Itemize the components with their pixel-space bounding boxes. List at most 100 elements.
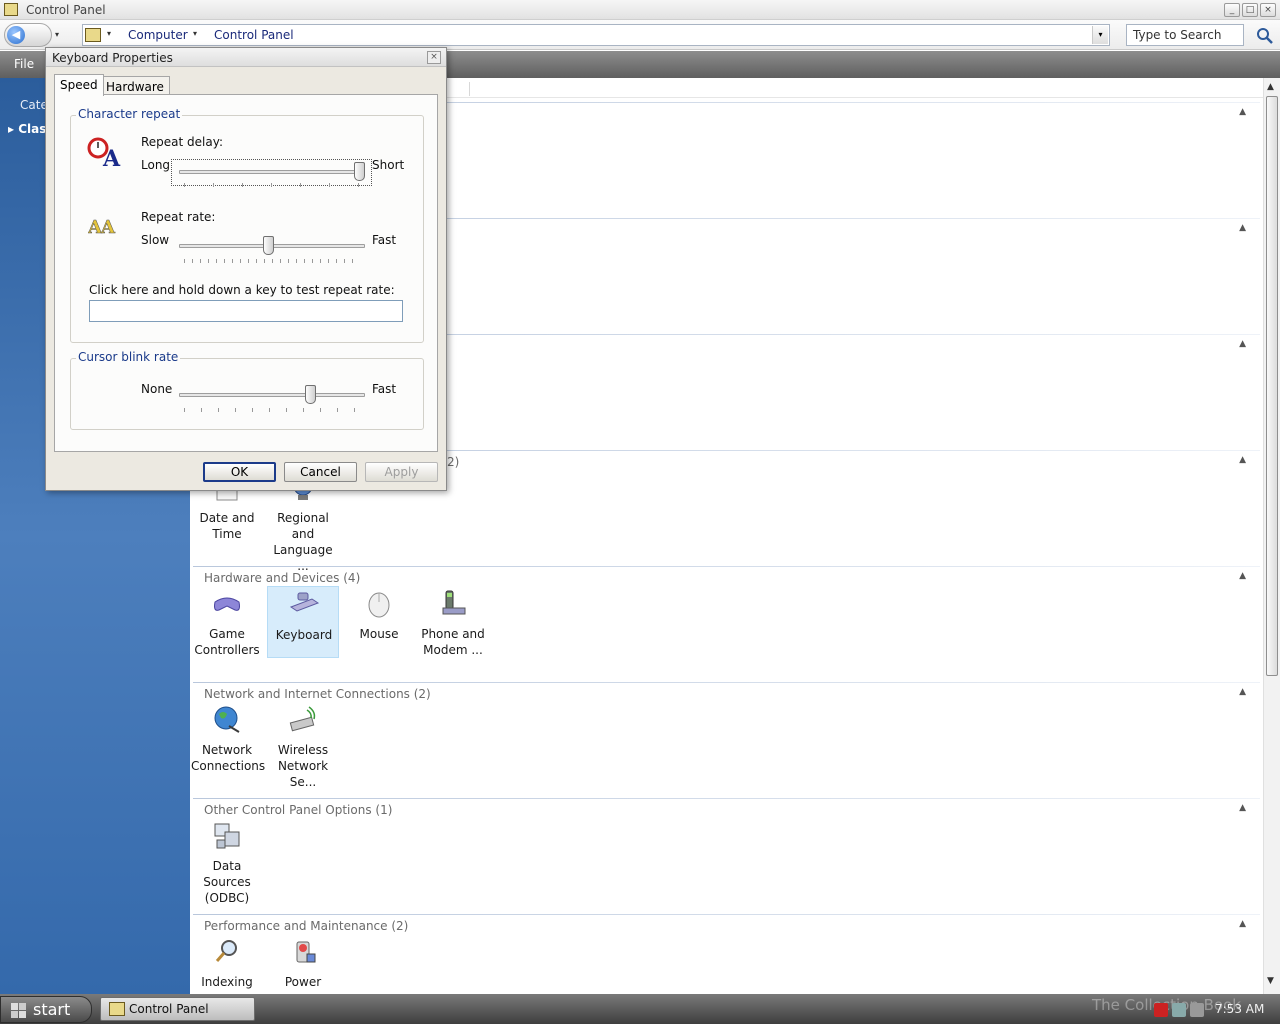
apply-button[interactable]: Apply: [365, 462, 438, 482]
slider-track: [179, 170, 365, 174]
collapse-icon[interactable]: ▲: [1239, 687, 1246, 697]
collapse-icon[interactable]: ▲: [1239, 919, 1246, 929]
minimize-button[interactable]: _: [1224, 3, 1240, 17]
breadcrumb-control-panel[interactable]: Control Panel: [214, 28, 294, 42]
network-globe-icon: [214, 706, 240, 733]
svg-text:A: A: [100, 217, 116, 237]
slider-thumb[interactable]: [354, 162, 365, 181]
category-group-other: Other Control Panel Options (1) ▲ Data S…: [193, 798, 1260, 910]
item-label: Mouse: [359, 627, 399, 641]
menu-file[interactable]: File: [14, 57, 34, 71]
volume-tray-icon[interactable]: [1190, 1003, 1204, 1017]
group-divider: [193, 682, 1260, 683]
collapse-icon[interactable]: ▲: [1239, 803, 1246, 813]
group-title: Network and Internet Connections (2): [204, 687, 431, 701]
window-titlebar: Control Panel _ □ ×: [0, 0, 1280, 20]
item-label: Network Connections: [191, 743, 266, 773]
item-keyboard[interactable]: Keyboard: [267, 586, 339, 658]
ok-button[interactable]: OK: [203, 462, 276, 482]
item-data-sources-odbc[interactable]: Data Sources (ODBC): [191, 818, 263, 905]
scroll-up-icon[interactable]: ▲: [1267, 82, 1274, 92]
slider-ticks: [184, 183, 360, 187]
chevron-down-icon[interactable]: ▾: [193, 29, 197, 38]
collapse-icon[interactable]: ▲: [1239, 107, 1246, 117]
keyboard-icon: [289, 592, 320, 612]
scroll-down-icon[interactable]: ▼: [1267, 976, 1274, 986]
cursor-blink-legend: Cursor blink rate: [76, 350, 181, 364]
test-repeat-input[interactable]: [89, 300, 403, 322]
repeat-rate-slow-label: Slow: [141, 233, 170, 247]
cancel-button[interactable]: Cancel: [284, 462, 357, 482]
start-button[interactable]: start: [0, 996, 92, 1023]
item-network-connections[interactable]: Network Connections: [191, 702, 266, 774]
item-phone-and-modem[interactable]: Phone and Modem ...: [417, 586, 489, 658]
taskbar: start Control Panel The Collection Book …: [0, 994, 1280, 1024]
magnifier-icon: [215, 940, 237, 962]
item-indexing[interactable]: Indexing: [191, 934, 263, 994]
scrollbar-thumb[interactable]: [1266, 96, 1278, 676]
repeat-rate-icon: A A: [88, 217, 116, 237]
cursor-blink-slider[interactable]: [179, 385, 365, 405]
collapse-icon[interactable]: ▲: [1239, 223, 1246, 233]
address-field[interactable]: ▾ Computer ▾ Control Panel ▾: [82, 24, 1110, 46]
database-icon: [214, 823, 240, 849]
cursor-blink-none-label: None: [141, 382, 173, 396]
repeat-delay-slider[interactable]: [179, 162, 365, 182]
back-arrow-icon: ◀: [7, 26, 25, 44]
breadcrumb-computer[interactable]: Computer: [128, 28, 188, 42]
group-title: 2): [447, 455, 460, 469]
group-divider: [193, 566, 1260, 567]
item-game-controllers[interactable]: Game Controllers: [191, 586, 263, 658]
slider-thumb[interactable]: [263, 236, 274, 255]
back-button[interactable]: ◀: [4, 23, 52, 47]
classic-view-label: Clas: [18, 122, 47, 136]
repeat-delay-label: Repeat delay:: [141, 135, 224, 149]
group-divider: [193, 914, 1260, 915]
search-icon[interactable]: [1256, 27, 1274, 45]
slider-ticks: [184, 408, 360, 412]
speed-tab-panel: Character repeat A Repeat delay: Long Sh…: [54, 94, 438, 452]
dialog-close-button[interactable]: ×: [427, 51, 441, 64]
clock[interactable]: 7:53 AM: [1215, 1002, 1264, 1016]
vertical-scrollbar[interactable]: ▲ ▼: [1263, 78, 1280, 994]
item-mouse[interactable]: Mouse: [343, 586, 415, 658]
taskbar-item-control-panel[interactable]: Control Panel: [100, 997, 255, 1021]
power-icon: [296, 941, 316, 963]
phone-icon: [442, 590, 466, 615]
wireless-icon: [289, 706, 316, 732]
taskbar-item-label: Control Panel: [129, 1002, 209, 1016]
mouse-icon: [368, 592, 390, 618]
item-label: Power: [284, 975, 322, 989]
network-tray-icon[interactable]: [1172, 1003, 1186, 1017]
column-separator[interactable]: [469, 82, 470, 96]
security-shield-icon[interactable]: [1154, 1003, 1168, 1017]
test-repeat-label: Click here and hold down a key to test r…: [89, 283, 395, 297]
collapse-icon[interactable]: ▲: [1239, 571, 1246, 581]
tab-hardware[interactable]: Hardware: [100, 76, 170, 96]
history-dropdown-icon[interactable]: ▾: [55, 30, 59, 39]
category-group-hardware: Hardware and Devices (4) ▲ Game Controll…: [193, 566, 1260, 678]
category-group-network: Network and Internet Connections (2) ▲ N…: [191, 682, 1260, 794]
item-wireless-network[interactable]: Wireless Network Se...: [267, 702, 339, 789]
cursor-blink-fast-label: Fast: [372, 382, 397, 396]
item-label: Phone and Modem ...: [421, 627, 485, 657]
collapse-icon[interactable]: ▲: [1239, 339, 1246, 349]
dialog-title: Keyboard Properties: [52, 51, 173, 65]
collapse-icon[interactable]: ▲: [1239, 455, 1246, 465]
item-label: Game Controllers: [194, 627, 260, 657]
repeat-delay-long-label: Long: [141, 158, 171, 172]
item-power[interactable]: Power: [267, 934, 339, 994]
search-input[interactable]: Type to Search: [1126, 24, 1244, 46]
close-button[interactable]: ×: [1260, 3, 1276, 17]
tab-speed[interactable]: Speed: [54, 74, 104, 96]
slider-thumb[interactable]: [305, 385, 316, 404]
repeat-rate-slider[interactable]: [179, 236, 365, 256]
category-view-link[interactable]: Cate: [20, 98, 48, 112]
address-dropdown-button[interactable]: ▾: [1092, 26, 1108, 44]
start-label: start: [33, 1000, 71, 1019]
classic-view-link[interactable]: ▸ Clas: [8, 122, 46, 136]
window-title: Control Panel: [26, 3, 106, 17]
group-title: Hardware and Devices (4): [204, 571, 361, 585]
maximize-button[interactable]: □: [1242, 3, 1258, 17]
chevron-down-icon[interactable]: ▾: [107, 29, 111, 38]
